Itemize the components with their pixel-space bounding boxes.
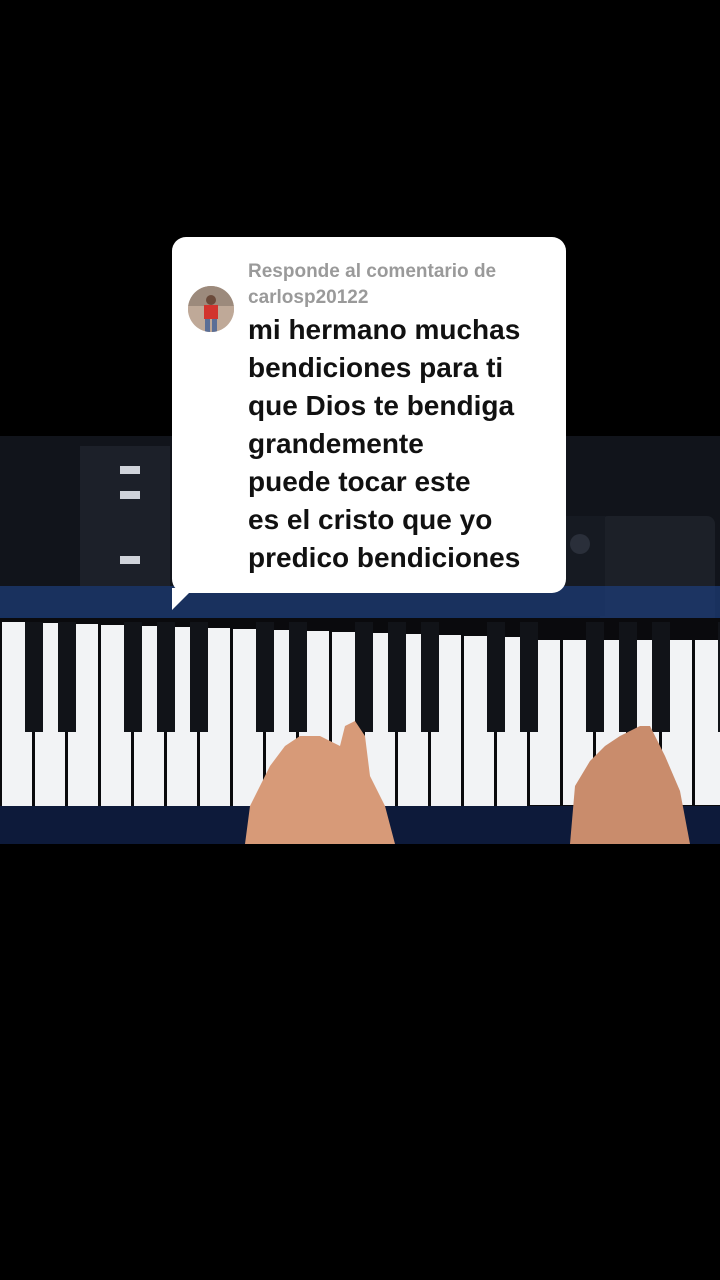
- piano-white-key: [695, 640, 720, 805]
- reply-comment-card[interactable]: Responde al comentario de carlosp20122 m…: [172, 237, 566, 593]
- piano-black-key: [124, 622, 142, 732]
- commenter-avatar-icon[interactable]: [188, 286, 234, 332]
- piano-black-key: [289, 622, 307, 732]
- piano-black-key: [487, 622, 505, 732]
- piano-black-key: [388, 622, 406, 732]
- piano-black-key: [586, 622, 604, 732]
- reply-card-tail: [172, 588, 194, 610]
- piano-black-key: [256, 622, 274, 732]
- reply-username[interactable]: carlosp20122: [248, 287, 368, 308]
- reply-header: Responde al comentario de carlosp20122: [248, 259, 548, 311]
- piano-black-key: [25, 622, 43, 732]
- reply-comment-text: mi hermano muchas bendiciones para ti qu…: [248, 314, 521, 573]
- piano-black-key: [619, 622, 637, 732]
- piano-black-key: [58, 622, 76, 732]
- piano-black-key: [190, 622, 208, 732]
- piano-black-key: [355, 622, 373, 732]
- piano-black-key: [157, 622, 175, 732]
- reply-header-prefix: Responde al comentario de: [248, 261, 497, 282]
- piano-black-key: [520, 622, 538, 732]
- piano-black-key: [421, 622, 439, 732]
- piano-black-key: [652, 622, 670, 732]
